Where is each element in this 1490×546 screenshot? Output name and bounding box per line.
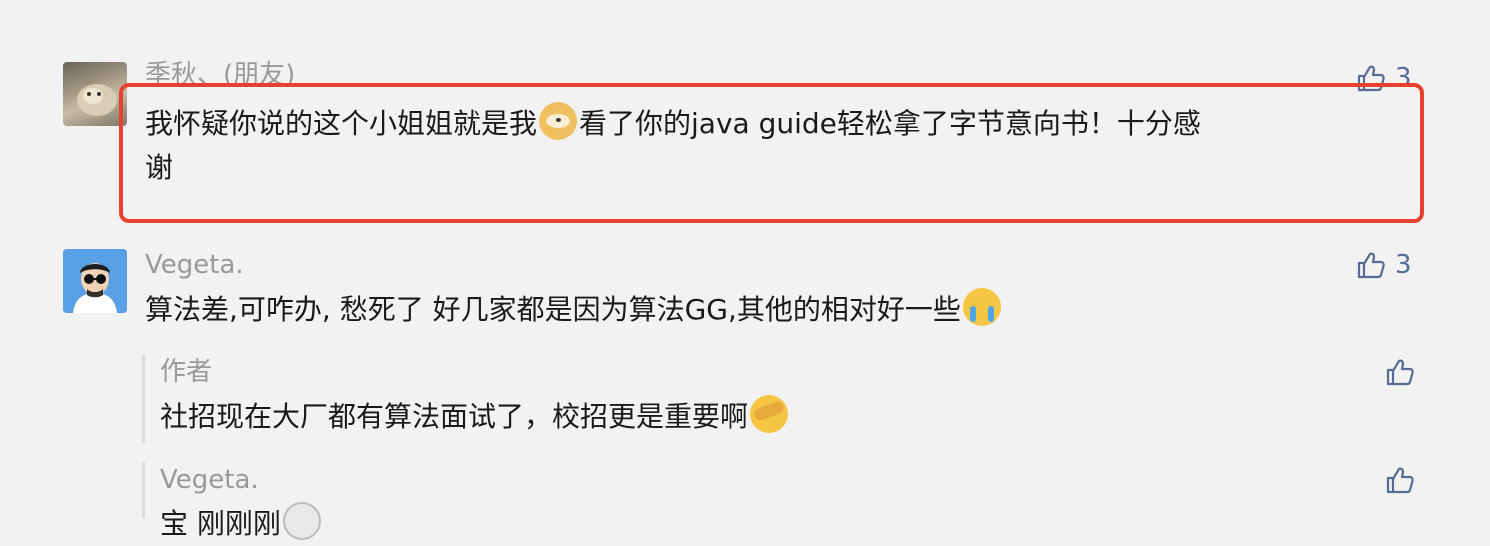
avatar[interactable] [63, 249, 127, 313]
reply-divider [142, 462, 145, 518]
like-button[interactable] [1384, 464, 1416, 496]
highlight-box [119, 83, 1424, 223]
avatar[interactable] [63, 62, 127, 126]
comment-text: 算法差,可咋办, 愁死了 好几家都是因为算法GG,其他的相对好一些 [145, 288, 1003, 332]
eye-emoji-icon [282, 502, 321, 540]
reply-username[interactable]: 作者 [160, 357, 212, 387]
thumbs-up-icon [1386, 359, 1414, 386]
thumbs-up-icon [1357, 252, 1385, 279]
comment-username[interactable]: Vegeta. [145, 250, 244, 280]
reply-username[interactable]: Vegeta. [160, 465, 259, 495]
like-count: 3 [1395, 250, 1412, 280]
facepalm-emoji-icon [750, 395, 789, 433]
reply-divider [142, 355, 145, 443]
thumbs-up-icon [1386, 467, 1414, 494]
like-button[interactable] [1384, 356, 1416, 388]
crying-emoji-icon [962, 288, 1001, 326]
cartoon-avatar-icon [63, 249, 127, 313]
cat-photo-icon [77, 84, 117, 116]
like-button[interactable]: 3 [1355, 249, 1412, 281]
reply-text: 社招现在大厂都有算法面试了，校招更是重要啊 [160, 395, 790, 439]
reply-text: 宝 刚刚刚 [160, 502, 323, 546]
